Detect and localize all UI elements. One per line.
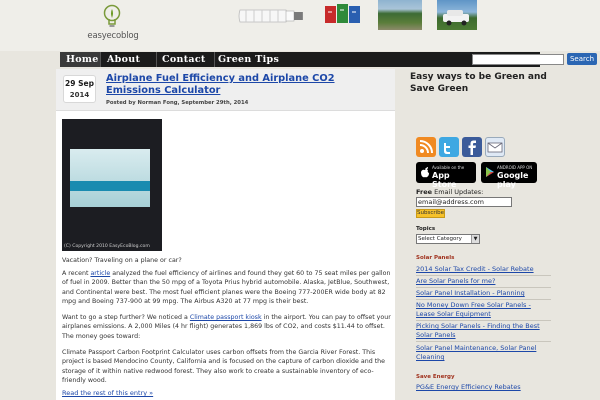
- sidebar-link[interactable]: Picking Solar Panels - Finding the Best …: [416, 322, 546, 340]
- recycle-bins-image: [325, 4, 360, 23]
- post-paragraph: A recent article analyzed the fuel effic…: [62, 269, 392, 306]
- subscribe-button[interactable]: Subscribe: [416, 209, 445, 218]
- photo-copyright-caption: (C) Copyright 2010 EasyEcoBlog.com: [64, 244, 150, 249]
- sidebar-link[interactable]: Solar Panel Maintenance, Solar Panel Cle…: [416, 344, 546, 362]
- nav-divider: [156, 52, 157, 67]
- climate-passport-kiosk-link[interactable]: Climate passport kiosk: [190, 314, 262, 321]
- nav-divider: [214, 52, 215, 67]
- app-store-badge[interactable]: Available on the App Store: [416, 162, 476, 189]
- post-date-year: 2014: [69, 91, 90, 99]
- read-more-link[interactable]: Read the rest of this entry »: [62, 389, 153, 397]
- post-paragraph: Want to go a step further? We noticed a …: [62, 313, 392, 341]
- app-store-small-text: Available on the: [432, 165, 465, 170]
- kiosk-screen-band: [70, 181, 150, 191]
- main-content: 29 Sep 2014 Airplane Fuel Efficiency and…: [56, 69, 395, 400]
- post-title-link[interactable]: Airplane Fuel Efficiency and Airplane CO…: [106, 73, 391, 96]
- google-play-badge[interactable]: ANDROID APP ON Google play: [481, 162, 537, 189]
- nav-divider: [100, 52, 101, 67]
- sidebar-link[interactable]: 2014 Solar Tax Credit - Solar Rebate: [416, 265, 546, 274]
- site-header: easyecoblog: [0, 0, 600, 51]
- google-play-small-text: ANDROID APP ON: [497, 165, 533, 170]
- mail-icon[interactable]: [485, 137, 505, 157]
- divider: [416, 287, 551, 288]
- sidebar-heading: Easy ways to be Green and Save Green: [410, 72, 547, 94]
- apple-icon: [420, 166, 430, 181]
- category-select-value: Select Category: [418, 236, 462, 242]
- topics-label: Topics: [416, 226, 436, 232]
- email-label-text: Email Updates:: [432, 188, 484, 196]
- kiosk-photo[interactable]: (C) Copyright 2010 EasyEcoBlog.com: [62, 119, 162, 251]
- sidebar-link[interactable]: Are Solar Panels for me?: [416, 277, 546, 286]
- solar-panels-heading: Solar Panels: [416, 255, 455, 261]
- divider: [416, 320, 551, 321]
- nav-about[interactable]: About: [107, 52, 153, 67]
- date-badge: 29 Sep 2014: [63, 75, 96, 103]
- save-energy-heading: Save Energy: [416, 374, 455, 380]
- lightbulb-icon: [103, 4, 121, 27]
- app-store-label: App Store: [432, 171, 457, 189]
- car-photo: [437, 0, 477, 30]
- post-header: 29 Sep 2014 Airplane Fuel Efficiency and…: [56, 69, 395, 111]
- nav-green-tips[interactable]: Green Tips: [218, 52, 280, 67]
- nav-contact[interactable]: Contact: [162, 52, 214, 67]
- category-select[interactable]: Select Category ▼: [416, 234, 480, 244]
- email-label-bold: Free: [416, 188, 433, 196]
- google-play-label: Google play: [497, 171, 529, 189]
- logo-text: easyecoblog: [87, 31, 139, 41]
- post-date-day-month: 29 Sep: [65, 79, 94, 88]
- landscape-photo: [378, 0, 422, 30]
- post-paragraph: Climate Passport Carbon Footprint Calcul…: [62, 349, 386, 384]
- nav-home[interactable]: Home: [60, 52, 100, 67]
- post-meta: Posted by Norman Fong, September 29th, 2…: [106, 100, 249, 106]
- paragraph-text: A recent: [62, 270, 91, 277]
- site-logo[interactable]: easyecoblog: [86, 4, 140, 44]
- cfl-bulb-image: [236, 4, 306, 28]
- sidebar-link[interactable]: No Money Down Free Solar Panels - Lease …: [416, 301, 546, 319]
- facebook-icon[interactable]: [462, 137, 482, 157]
- twitter-icon[interactable]: [439, 137, 459, 157]
- kiosk-screen: [70, 149, 150, 207]
- paragraph-text: Want to go a step further? We noticed a: [62, 314, 190, 321]
- paragraph-text: analyzed the fuel efficiency of airlines…: [62, 270, 391, 305]
- play-icon: [485, 166, 495, 181]
- divider: [416, 341, 551, 342]
- divider: [416, 299, 551, 300]
- article-link[interactable]: article: [90, 270, 110, 277]
- rss-icon[interactable]: [416, 137, 436, 157]
- email-updates-label: Free Email Updates:: [416, 188, 483, 196]
- car-icon: [443, 10, 469, 26]
- post-paragraph: Vacation? Traveling on a plane or car?: [62, 257, 182, 264]
- search-input[interactable]: [472, 54, 564, 65]
- main-nav: Home About Contact Green Tips Search: [60, 52, 597, 67]
- sidebar-link[interactable]: Solar Panel Installation - Planning: [416, 289, 546, 298]
- sidebar-link[interactable]: PG&E Energy Efficiency Rebates: [416, 383, 546, 392]
- search-button[interactable]: Search: [567, 53, 597, 65]
- email-field[interactable]: email@address.com: [416, 197, 512, 207]
- sidebar: Easy ways to be Green and Save Green Ava…: [404, 69, 600, 400]
- divider: [416, 275, 551, 276]
- chevron-down-icon: ▼: [471, 235, 479, 243]
